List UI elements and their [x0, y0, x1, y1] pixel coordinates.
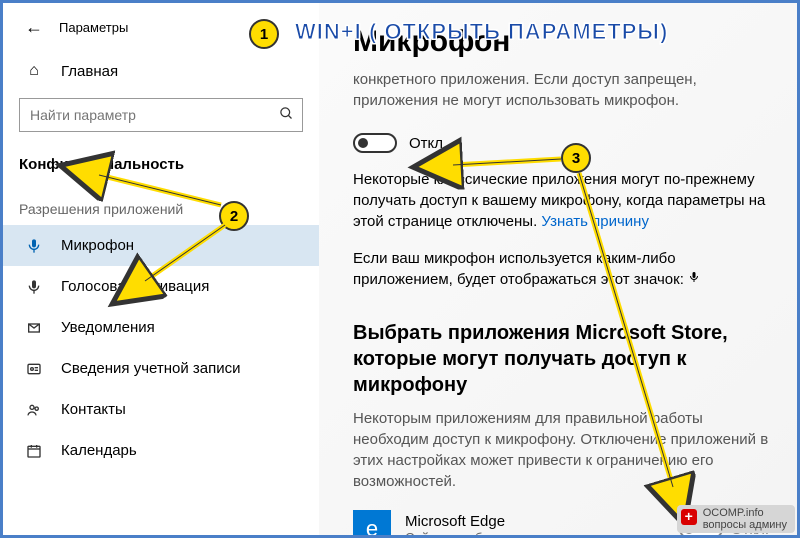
back-icon[interactable]: ←: [25, 17, 43, 38]
sidebar-item-label: Уведомления: [61, 319, 155, 336]
title-bar: ← Параметры: [3, 11, 319, 52]
window-title: Параметры: [59, 20, 128, 35]
sidebar-item-voice-activation[interactable]: Голосовая активация: [3, 266, 319, 307]
toggle-state-label: Откл.: [409, 135, 447, 152]
learn-more-link[interactable]: Узнать причину: [541, 213, 649, 230]
microphone-icon: [25, 238, 43, 254]
sidebar-item-label: Микрофон: [61, 237, 134, 254]
mic-in-use-note: Если ваш микрофон используется каким-либ…: [353, 248, 769, 290]
search-input[interactable]: [30, 107, 279, 123]
sidebar-item-calendar[interactable]: Календарь: [3, 430, 319, 471]
sidebar-item-notifications[interactable]: Уведомления: [3, 307, 319, 348]
sidebar: ← Параметры ⌂ Главная Конфиденциальность…: [3, 3, 319, 535]
nav-home[interactable]: ⌂ Главная: [3, 52, 319, 90]
sidebar-item-label: Сведения учетной записи: [61, 360, 241, 377]
sidebar-item-label: Контакты: [61, 401, 126, 418]
classic-apps-note: Некоторые классические приложения могут …: [353, 169, 769, 232]
calendar-icon: [25, 443, 43, 459]
contacts-icon: [25, 402, 43, 418]
notifications-icon: [25, 320, 43, 336]
edge-app-icon: e: [353, 510, 391, 535]
nav-home-label: Главная: [61, 63, 118, 80]
app-name: Microsoft Edge: [405, 513, 665, 530]
sidebar-item-microphone[interactable]: Микрофон: [3, 225, 319, 266]
app-row-edge: e Microsoft Edge Сайтам требуется разреш…: [353, 510, 769, 535]
sidebar-item-label: Голосовая активация: [61, 278, 209, 295]
app-toggle-state-label: Откл.: [731, 521, 769, 536]
microphone-master-toggle[interactable]: [353, 133, 397, 153]
page-description: конкретного приложения. Если доступ запр…: [353, 69, 769, 111]
microphone-indicator-icon: [688, 269, 700, 290]
sidebar-item-contacts[interactable]: Контакты: [3, 389, 319, 430]
app-permissions-label: Разрешения приложений: [3, 183, 319, 225]
search-icon[interactable]: [279, 106, 294, 125]
voice-activation-icon: [25, 279, 43, 295]
page-title: Микрофон: [353, 25, 769, 59]
store-apps-description: Некоторым приложениям для правильной раб…: [353, 408, 769, 492]
app-subtext: Сайтам требуется разрешение: [405, 530, 665, 535]
section-privacy-label: Конфиденциальность: [3, 144, 319, 183]
store-apps-heading: Выбрать приложения Microsoft Store, кото…: [353, 320, 769, 398]
home-icon: ⌂: [25, 62, 43, 80]
account-info-icon: [25, 361, 43, 377]
content-area: Микрофон конкретного приложения. Если до…: [319, 3, 797, 535]
app-edge-toggle[interactable]: [679, 519, 723, 535]
sidebar-item-account-info[interactable]: Сведения учетной записи: [3, 348, 319, 389]
sidebar-item-label: Календарь: [61, 442, 137, 459]
search-box[interactable]: [19, 98, 303, 132]
